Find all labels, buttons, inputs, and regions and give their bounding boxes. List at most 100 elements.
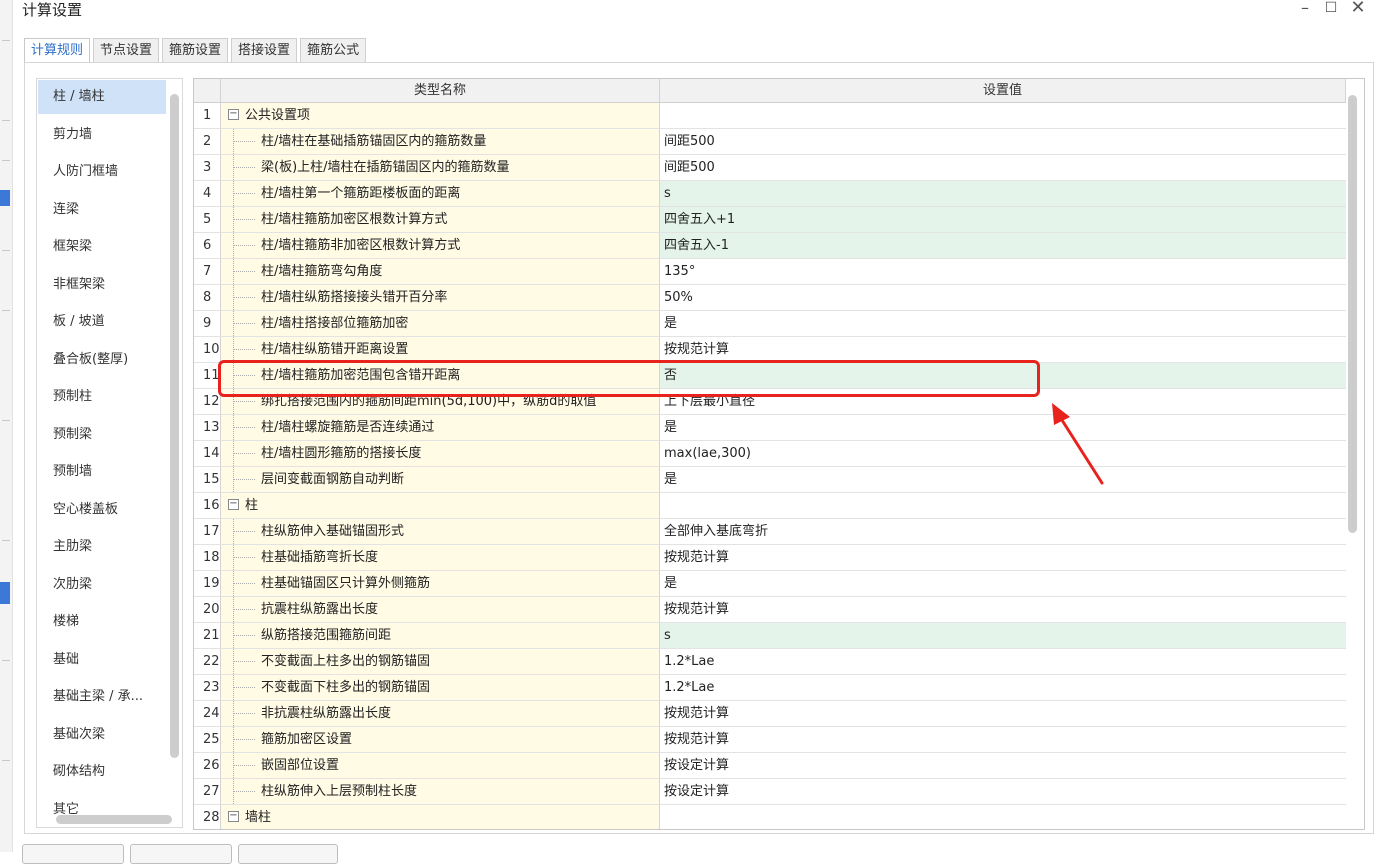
category-item[interactable]: 连梁 bbox=[38, 193, 166, 227]
type-name-cell[interactable]: 柱/墙柱搭接部位箍筋加密 bbox=[221, 311, 660, 336]
setting-value-cell[interactable]: 间距500 bbox=[660, 155, 1346, 180]
tab-calc-rules[interactable]: 计算规则 bbox=[24, 38, 91, 64]
type-name-cell[interactable]: − 公共设置项 bbox=[221, 103, 660, 128]
type-name-cell[interactable]: 柱纵筋伸入上层预制柱长度 bbox=[221, 779, 660, 804]
type-name-cell[interactable]: 柱/墙柱纵筋错开距离设置 bbox=[221, 337, 660, 362]
collapse-toggle-icon[interactable]: − bbox=[228, 109, 239, 120]
type-name-cell[interactable]: 柱纵筋伸入基础锚固形式 bbox=[221, 519, 660, 544]
table-row[interactable]: 5 柱/墙柱箍筋加密区根数计算方式 四舍五入+1 bbox=[194, 207, 1346, 233]
table-row[interactable]: 16− 柱 bbox=[194, 493, 1346, 519]
type-name-cell[interactable]: 柱/墙柱圆形箍筋的搭接长度 bbox=[221, 441, 660, 466]
setting-value-cell[interactable]: 1.2*Lae bbox=[660, 649, 1346, 674]
setting-value-cell[interactable] bbox=[660, 103, 1346, 128]
category-item[interactable]: 主肋梁 bbox=[38, 530, 166, 564]
setting-value-cell[interactable]: 按设定计算 bbox=[660, 753, 1346, 778]
category-item[interactable]: 柱 / 墙柱 bbox=[38, 80, 166, 114]
table-row[interactable]: 15 层间变截面钢筋自动判断 是 bbox=[194, 467, 1346, 493]
table-row[interactable]: 1− 公共设置项 bbox=[194, 103, 1346, 129]
setting-value-cell[interactable] bbox=[660, 493, 1346, 518]
table-row[interactable]: 14 柱/墙柱圆形箍筋的搭接长度 max(lae,300) bbox=[194, 441, 1346, 467]
setting-value-cell[interactable]: 全部伸入基底弯折 bbox=[660, 519, 1346, 544]
table-row[interactable]: 21 纵筋搭接范围箍筋间距 s bbox=[194, 623, 1346, 649]
table-row[interactable]: 8 柱/墙柱纵筋搭接接头错开百分率 50% bbox=[194, 285, 1346, 311]
setting-value-cell[interactable]: 按规范计算 bbox=[660, 545, 1346, 570]
setting-value-cell[interactable]: 间距500 bbox=[660, 129, 1346, 154]
type-name-cell[interactable]: 不变截面上柱多出的钢筋锚固 bbox=[221, 649, 660, 674]
type-name-cell[interactable]: 箍筋加密区设置 bbox=[221, 727, 660, 752]
type-name-cell[interactable]: 纵筋搭接范围箍筋间距 bbox=[221, 623, 660, 648]
setting-value-cell[interactable]: s bbox=[660, 181, 1346, 206]
setting-value-cell[interactable]: 按设定计算 bbox=[660, 779, 1346, 804]
collapse-toggle-icon[interactable]: − bbox=[228, 811, 239, 822]
table-row[interactable]: 18 柱基础插筋弯折长度 按规范计算 bbox=[194, 545, 1346, 571]
tab-node-settings[interactable]: 节点设置 bbox=[93, 38, 160, 63]
setting-value-cell[interactable]: 是 bbox=[660, 415, 1346, 440]
type-name-cell[interactable]: 柱/墙柱在基础插筋锚固区内的箍筋数量 bbox=[221, 129, 660, 154]
table-row[interactable]: 25 箍筋加密区设置 按规范计算 bbox=[194, 727, 1346, 753]
type-name-cell[interactable]: 柱/墙柱箍筋非加密区根数计算方式 bbox=[221, 233, 660, 258]
setting-value-cell[interactable]: 四舍五入-1 bbox=[660, 233, 1346, 258]
type-name-cell[interactable]: 柱/墙柱箍筋弯勾角度 bbox=[221, 259, 660, 284]
table-row[interactable]: 9 柱/墙柱搭接部位箍筋加密 是 bbox=[194, 311, 1346, 337]
setting-value-cell[interactable]: 按规范计算 bbox=[660, 597, 1346, 622]
maximize-button[interactable]: ☐ bbox=[1318, 0, 1344, 18]
category-item[interactable]: 次肋梁 bbox=[38, 568, 166, 602]
category-item[interactable]: 基础次梁 bbox=[38, 718, 166, 752]
setting-value-cell[interactable]: 是 bbox=[660, 467, 1346, 492]
category-item[interactable]: 砌体结构 bbox=[38, 755, 166, 789]
header-type-name[interactable]: 类型名称 bbox=[221, 79, 660, 102]
tab-stirrup-formula[interactable]: 箍筋公式 bbox=[300, 38, 367, 63]
bottom-button-3[interactable] bbox=[238, 844, 338, 864]
setting-value-cell[interactable] bbox=[660, 805, 1346, 829]
type-name-cell[interactable]: 柱基础插筋弯折长度 bbox=[221, 545, 660, 570]
type-name-cell[interactable]: 梁(板)上柱/墙柱在插筋锚固区内的箍筋数量 bbox=[221, 155, 660, 180]
category-list-vertical-scrollbar[interactable] bbox=[170, 94, 179, 758]
table-row[interactable]: 13 柱/墙柱螺旋箍筋是否连续通过 是 bbox=[194, 415, 1346, 441]
category-list-horizontal-scrollbar[interactable] bbox=[56, 815, 172, 824]
setting-value-cell[interactable]: 50% bbox=[660, 285, 1346, 310]
table-row[interactable]: 26 嵌固部位设置 按设定计算 bbox=[194, 753, 1346, 779]
grid-vertical-scrollbar[interactable] bbox=[1348, 95, 1357, 533]
collapse-toggle-icon[interactable]: − bbox=[228, 499, 239, 510]
setting-value-cell[interactable]: 按规范计算 bbox=[660, 337, 1346, 362]
type-name-cell[interactable]: 不变截面下柱多出的钢筋锚固 bbox=[221, 675, 660, 700]
category-item[interactable]: 基础主梁 / 承... bbox=[38, 680, 166, 714]
table-row[interactable]: 20 抗震柱纵筋露出长度 按规范计算 bbox=[194, 597, 1346, 623]
setting-value-cell[interactable]: max(lae,300) bbox=[660, 441, 1346, 466]
type-name-cell[interactable]: 嵌固部位设置 bbox=[221, 753, 660, 778]
minimize-button[interactable]: – bbox=[1292, 0, 1318, 18]
category-item[interactable]: 空心楼盖板 bbox=[38, 493, 166, 527]
table-row[interactable]: 7 柱/墙柱箍筋弯勾角度 135° bbox=[194, 259, 1346, 285]
category-item[interactable]: 剪力墙 bbox=[38, 118, 166, 152]
type-name-cell[interactable]: 柱/墙柱第一个箍筋距楼板面的距离 bbox=[221, 181, 660, 206]
table-row[interactable]: 4 柱/墙柱第一个箍筋距楼板面的距离 s bbox=[194, 181, 1346, 207]
table-row[interactable]: 23 不变截面下柱多出的钢筋锚固 1.2*Lae bbox=[194, 675, 1346, 701]
category-item[interactable]: 叠合板(整厚) bbox=[38, 343, 166, 377]
table-row[interactable]: 28− 墙柱 bbox=[194, 805, 1346, 829]
type-name-cell[interactable]: 柱/墙柱螺旋箍筋是否连续通过 bbox=[221, 415, 660, 440]
type-name-cell[interactable]: − 柱 bbox=[221, 493, 660, 518]
header-setting-value[interactable]: 设置值 bbox=[660, 79, 1346, 102]
category-item[interactable]: 楼梯 bbox=[38, 605, 166, 639]
bottom-button-2[interactable] bbox=[130, 844, 232, 864]
table-row[interactable]: 3 梁(板)上柱/墙柱在插筋锚固区内的箍筋数量 间距500 bbox=[194, 155, 1346, 181]
category-item[interactable]: 框架梁 bbox=[38, 230, 166, 264]
table-row[interactable]: 22 不变截面上柱多出的钢筋锚固 1.2*Lae bbox=[194, 649, 1346, 675]
category-item[interactable]: 非框架梁 bbox=[38, 268, 166, 302]
table-row[interactable]: 6 柱/墙柱箍筋非加密区根数计算方式 四舍五入-1 bbox=[194, 233, 1346, 259]
setting-value-cell[interactable]: 是 bbox=[660, 571, 1346, 596]
category-item[interactable]: 预制梁 bbox=[38, 418, 166, 452]
setting-value-cell[interactable]: s bbox=[660, 623, 1346, 648]
bottom-button-1[interactable] bbox=[22, 844, 124, 864]
type-name-cell[interactable]: 非抗震柱纵筋露出长度 bbox=[221, 701, 660, 726]
table-row[interactable]: 19 柱基础锚固区只计算外侧箍筋 是 bbox=[194, 571, 1346, 597]
category-item[interactable]: 预制柱 bbox=[38, 380, 166, 414]
setting-value-cell[interactable]: 是 bbox=[660, 311, 1346, 336]
table-row[interactable]: 24 非抗震柱纵筋露出长度 按规范计算 bbox=[194, 701, 1346, 727]
type-name-cell[interactable]: 抗震柱纵筋露出长度 bbox=[221, 597, 660, 622]
type-name-cell[interactable]: 柱基础锚固区只计算外侧箍筋 bbox=[221, 571, 660, 596]
type-name-cell[interactable]: 层间变截面钢筋自动判断 bbox=[221, 467, 660, 492]
category-item[interactable]: 预制墙 bbox=[38, 455, 166, 489]
table-row[interactable]: 2 柱/墙柱在基础插筋锚固区内的箍筋数量 间距500 bbox=[194, 129, 1346, 155]
setting-value-cell[interactable]: 按规范计算 bbox=[660, 701, 1346, 726]
